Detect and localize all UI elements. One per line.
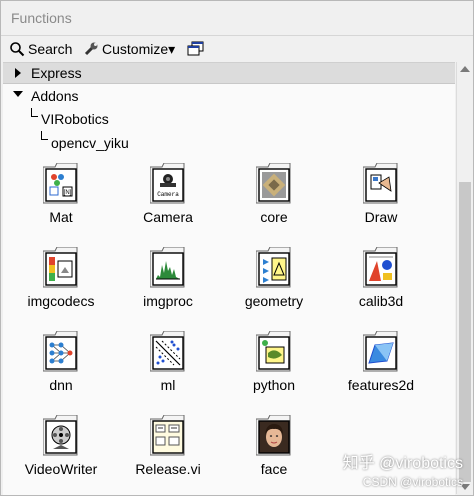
- watermark-zhihu: 知乎 @virobotics: [342, 455, 463, 472]
- core-chip-icon: [256, 163, 291, 204]
- scroll-up-arrow-icon[interactable]: [460, 66, 470, 72]
- palette-item-mat[interactable]: [N] Mat: [16, 163, 106, 243]
- express-category[interactable]: Express: [3, 63, 455, 84]
- palette-item-camera[interactable]: Camera Camera: [123, 163, 213, 243]
- item-label: geometry: [244, 293, 304, 309]
- search-button[interactable]: Search: [9, 39, 72, 59]
- addons-label[interactable]: Addons: [31, 88, 78, 104]
- geometry-icon: [256, 247, 291, 288]
- camera-icon: Camera: [150, 163, 185, 204]
- svg-text:[N]: [N]: [64, 190, 72, 196]
- python-icon: [256, 331, 291, 372]
- palette-item-imgcodecs[interactable]: imgcodecs: [16, 247, 106, 327]
- video-writer-icon: [43, 415, 78, 456]
- search-icon: [10, 42, 25, 57]
- palette-item-geometry[interactable]: geometry: [229, 247, 319, 327]
- item-label: Camera: [143, 209, 193, 225]
- customize-button[interactable]: Customize▾: [83, 39, 175, 59]
- palette-item-face[interactable]: face: [229, 415, 319, 495]
- title-bar[interactable]: Functions: [1, 1, 473, 36]
- tree-connector: [31, 108, 38, 117]
- palette-item-imgproc[interactable]: imgproc: [123, 247, 213, 327]
- express-label: Express: [31, 65, 82, 81]
- mat-icon: [N]: [43, 163, 78, 204]
- watermark-csdn: CSDN @virobotics: [362, 475, 463, 489]
- dnn-icon: [43, 331, 78, 372]
- palette-item-ml[interactable]: ml: [123, 331, 213, 411]
- item-label: VideoWriter: [24, 461, 98, 477]
- restore-window-icon: [187, 41, 204, 56]
- search-label: Search: [28, 41, 73, 57]
- palette-item-draw[interactable]: Draw: [336, 163, 426, 243]
- item-label: python: [252, 377, 296, 393]
- camera-icon-text: Camera: [157, 191, 179, 198]
- palette-item-core[interactable]: core: [229, 163, 319, 243]
- item-label: dnn: [49, 377, 73, 393]
- palette-item-features2d[interactable]: features2d: [336, 331, 426, 411]
- item-label: Release.vi: [135, 461, 201, 477]
- calib3d-icon: [363, 247, 398, 288]
- item-label: core: [260, 209, 288, 225]
- customize-label: Customize▾: [102, 40, 176, 57]
- window-title: Functions: [11, 10, 72, 26]
- tree-connector: [41, 131, 48, 140]
- face-icon: [256, 415, 291, 456]
- palette-item-dnn[interactable]: dnn: [16, 331, 106, 411]
- expand-arrow-icon[interactable]: [15, 68, 21, 78]
- palette-content: Express Addons VIRobotics opencv_yiku [N…: [3, 62, 455, 495]
- wrench-icon: [84, 42, 98, 56]
- ml-icon: [150, 331, 185, 372]
- vertical-scrollbar[interactable]: [456, 62, 473, 494]
- draw-icon: [363, 163, 398, 204]
- palette-toolbar: Search Customize▾: [1, 36, 473, 62]
- item-label: calib3d: [358, 293, 404, 309]
- item-label: features2d: [347, 377, 415, 393]
- palette-item-python[interactable]: python: [229, 331, 319, 411]
- item-label: Mat: [49, 209, 73, 225]
- palette-item-calib3d[interactable]: calib3d: [336, 247, 426, 327]
- release-vi-icon: [150, 415, 185, 456]
- item-label: imgcodecs: [27, 293, 95, 309]
- item-label: Draw: [364, 209, 398, 225]
- palette-item-videowriter[interactable]: VideoWriter: [16, 415, 106, 495]
- features2d-icon: [363, 331, 398, 372]
- virobotics-label[interactable]: VIRobotics: [41, 111, 109, 127]
- collapse-arrow-icon[interactable]: [13, 91, 23, 97]
- item-label: imgproc: [143, 293, 193, 309]
- item-label: face: [260, 461, 288, 477]
- imgcodecs-icon: [43, 247, 78, 288]
- imgproc-icon: [150, 247, 185, 288]
- palette-item-release-vi[interactable]: Release.vi: [123, 415, 213, 495]
- scrollbar-thumb[interactable]: [459, 182, 471, 482]
- opencv-yiku-label[interactable]: opencv_yiku: [51, 135, 129, 151]
- item-label: ml: [160, 377, 176, 393]
- functions-palette-window: Functions Search Customize▾ Express Addo…: [0, 0, 474, 496]
- restore-palette-button[interactable]: [187, 39, 208, 59]
